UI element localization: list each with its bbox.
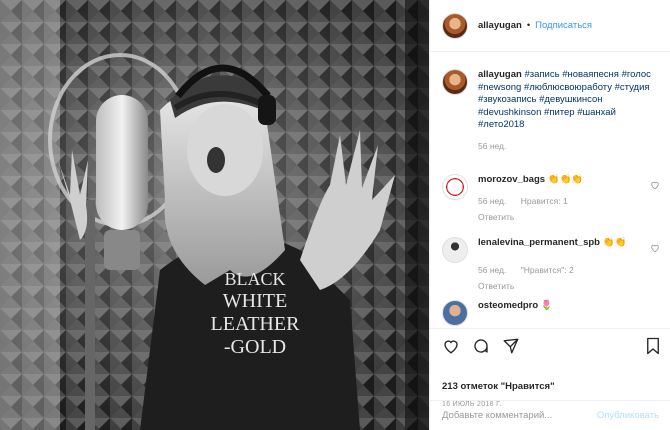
bookmark-icon[interactable] — [645, 337, 661, 358]
post-header: allayugan • Подписаться — [430, 0, 670, 52]
hashtag-link[interactable]: #новаяпесня — [562, 69, 619, 80]
post-side-panel: allayugan • Подписаться allayugan #запис… — [429, 0, 670, 430]
hashtag-link[interactable]: #шанхай — [577, 107, 616, 118]
caption-author[interactable]: allayugan — [478, 69, 522, 80]
like-heart-icon[interactable] — [442, 337, 460, 358]
comment-item: lenalevina_permanent_spb 👏👏 56 нед. "Нра… — [442, 237, 664, 293]
comment-text: 👏👏👏 — [547, 174, 584, 185]
hashtag-link[interactable]: #люблюсвоюработу — [524, 82, 612, 93]
hashtag-link[interactable]: #запись — [524, 69, 559, 80]
comment-age[interactable]: 56 нед. — [478, 196, 506, 206]
shirt-text-4: -GOLD — [224, 336, 286, 358]
comment-author[interactable]: morozov_bags — [478, 174, 545, 185]
hashtag-link[interactable]: #лето2018 — [478, 119, 524, 130]
comment-item: osteomedpro 🌷 — [442, 300, 664, 326]
follow-button[interactable]: Подписаться — [535, 20, 592, 31]
add-comment-bar: Опубликовать — [430, 400, 670, 430]
avatar[interactable] — [442, 300, 468, 326]
hashtag-link[interactable]: #питер — [544, 107, 575, 118]
hashtag-link[interactable]: #девушкинсон — [539, 94, 602, 105]
comment-text: 🌷 — [540, 300, 553, 311]
comment-likes[interactable]: "Нравится": 2 — [521, 265, 574, 275]
heart-icon[interactable] — [650, 243, 660, 256]
avatar[interactable] — [442, 12, 468, 39]
hashtag-link[interactable]: #devushkinson — [478, 107, 541, 118]
hashtag-link[interactable]: #звукозапись — [478, 94, 536, 105]
likes-count[interactable]: 213 отметок "Нравится" — [442, 381, 555, 392]
hashtag-link[interactable]: #студия — [615, 82, 650, 93]
hashtag-link[interactable]: #голос — [622, 69, 651, 80]
hashtag-link[interactable]: #newsong — [478, 82, 521, 93]
comments-list[interactable]: allayugan #запись #новаяпесня #голос #ne… — [430, 53, 670, 328]
publish-button[interactable]: Опубликовать — [597, 410, 659, 421]
reply-button[interactable]: Ответить — [478, 280, 664, 293]
shirt-text-3: LEATHER — [211, 313, 301, 335]
avatar[interactable] — [442, 237, 468, 263]
comment-author[interactable]: osteomedpro — [478, 300, 538, 311]
reply-button[interactable]: Ответить — [478, 211, 664, 224]
photo-illustration: BLACK WHITE LEATHER -GOLD — [0, 0, 429, 430]
comment-author[interactable]: lenalevina_permanent_spb — [478, 237, 600, 248]
heart-icon[interactable] — [650, 180, 660, 193]
share-icon[interactable] — [502, 337, 520, 358]
comment-text: 👏👏 — [602, 237, 627, 248]
comment-item: morozov_bags 👏👏👏 56 нед. Нравится: 1 Отв… — [442, 174, 664, 224]
caption-age[interactable]: 56 нед. — [478, 141, 506, 151]
post-photo[interactable]: BLACK WHITE LEATHER -GOLD — [0, 0, 429, 430]
caption-block: allayugan #запись #новаяпесня #голос #ne… — [442, 69, 664, 153]
comment-likes[interactable]: Нравится: 1 — [521, 196, 568, 206]
comment-age[interactable]: 56 нед. — [478, 265, 506, 275]
comment-input[interactable] — [442, 410, 597, 421]
shirt-text-1: BLACK — [224, 269, 285, 289]
header-username[interactable]: allayugan — [478, 20, 522, 31]
separator-dot: • — [526, 20, 531, 31]
avatar[interactable] — [442, 174, 468, 200]
avatar[interactable] — [442, 69, 468, 95]
shirt-text-2: WHITE — [223, 290, 287, 312]
comment-bubble-icon[interactable] — [472, 337, 490, 358]
